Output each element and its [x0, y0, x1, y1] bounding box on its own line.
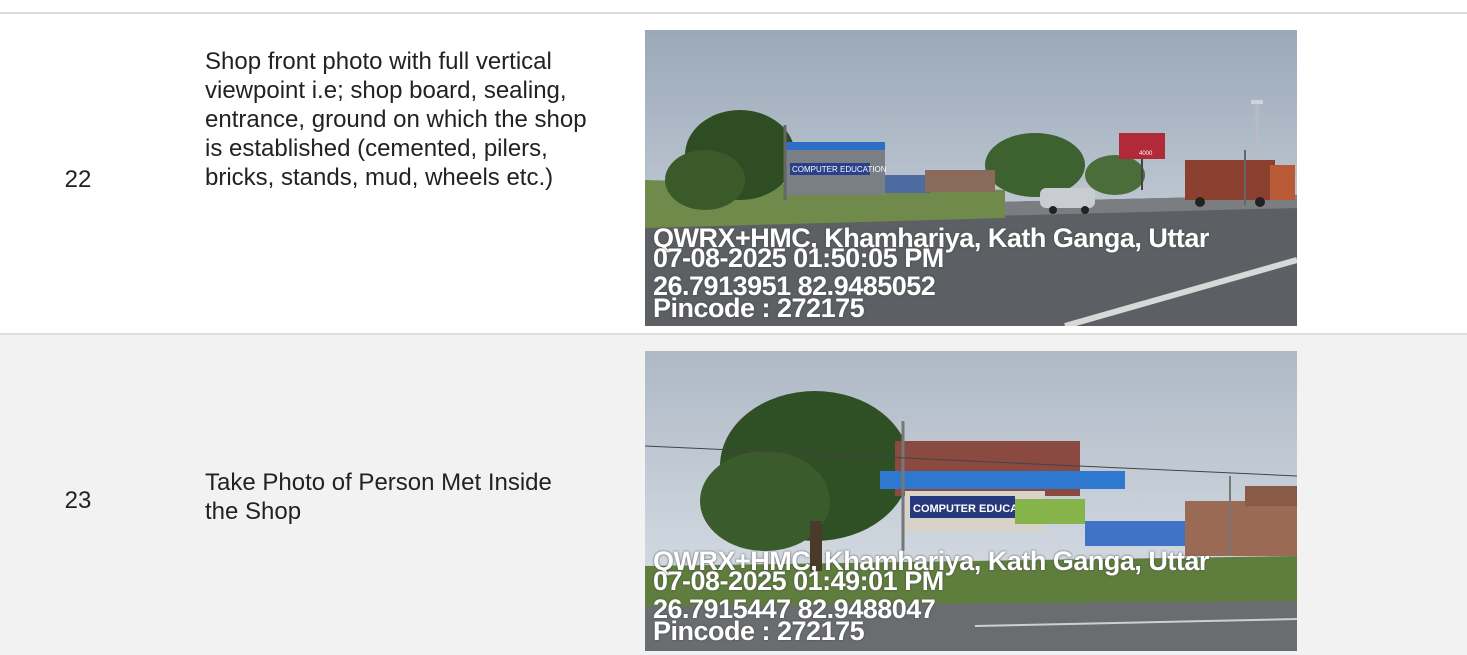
photo-datetime: 07-08-2025 01:49:01 PM — [653, 566, 944, 596]
row-number: 22 — [64, 166, 92, 193]
table-row: 23 Take Photo of Person Met Inside the S… — [0, 333, 1467, 655]
person-met-photo: COMPUTER EDUCATION QWRX+HMC, Khamhariya,… — [645, 351, 1297, 651]
row-description: Take Photo of Person Met Inside the Shop — [205, 469, 552, 525]
svg-text:COMPUTER EDUCATION: COMPUTER EDUCATION — [792, 165, 887, 174]
row-number: 23 — [64, 487, 92, 514]
shop-front-photo: COMPUTER EDUCATION 4000 QWRX+HMC, Khamha… — [645, 30, 1297, 326]
svg-text:4000: 4000 — [1139, 151, 1153, 157]
photo-datetime: 07-08-2025 01:50:05 PM — [653, 243, 944, 273]
inspection-table: 22 Shop front photo with full vertical v… — [0, 0, 1467, 655]
row-description: Shop front photo with full vertical view… — [205, 48, 587, 191]
photo-pincode: Pincode : 272175 — [653, 293, 865, 323]
table-row: 22 Shop front photo with full vertical v… — [0, 12, 1467, 334]
photo-pincode: Pincode : 272175 — [653, 616, 865, 646]
